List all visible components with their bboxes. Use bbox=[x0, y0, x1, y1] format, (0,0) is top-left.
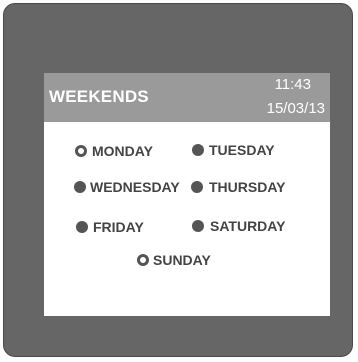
day-option-saturday[interactable]: SATURDAY bbox=[192, 217, 285, 235]
radio-selected-icon bbox=[76, 221, 88, 233]
header-bar: WEEKENDS 11:43 15/03/13 bbox=[44, 73, 330, 122]
day-label: THURSDAY bbox=[209, 179, 286, 195]
radio-selected-icon bbox=[191, 181, 203, 193]
page-title: WEEKENDS bbox=[49, 87, 149, 106]
radio-unselected-icon bbox=[75, 145, 87, 157]
clock-time: 11:43 bbox=[274, 76, 311, 93]
day-label: SUNDAY bbox=[153, 252, 211, 268]
radio-unselected-icon bbox=[137, 254, 149, 266]
radio-selected-icon bbox=[192, 144, 204, 156]
day-label: MONDAY bbox=[92, 143, 153, 159]
day-option-sunday[interactable]: SUNDAY bbox=[137, 251, 211, 269]
day-option-thursday[interactable]: THURSDAY bbox=[191, 178, 286, 196]
day-label: TUESDAY bbox=[209, 142, 275, 158]
day-label: SATURDAY bbox=[210, 218, 286, 234]
day-option-tuesday[interactable]: TUESDAY bbox=[192, 141, 275, 159]
day-label: FRIDAY bbox=[93, 219, 144, 235]
radio-selected-icon bbox=[74, 181, 86, 193]
display-screen: WEEKENDS 11:43 15/03/13 MONDAY TUESDAY W… bbox=[44, 73, 330, 316]
device-bezel: WEEKENDS 11:43 15/03/13 MONDAY TUESDAY W… bbox=[3, 3, 353, 357]
day-label: WEDNESDAY bbox=[90, 179, 180, 195]
radio-selected-icon bbox=[192, 220, 204, 232]
clock-date: 15/03/13 bbox=[266, 100, 325, 117]
day-option-wednesday[interactable]: WEDNESDAY bbox=[74, 178, 180, 196]
day-option-monday[interactable]: MONDAY bbox=[75, 142, 153, 160]
day-option-friday[interactable]: FRIDAY bbox=[76, 218, 144, 236]
